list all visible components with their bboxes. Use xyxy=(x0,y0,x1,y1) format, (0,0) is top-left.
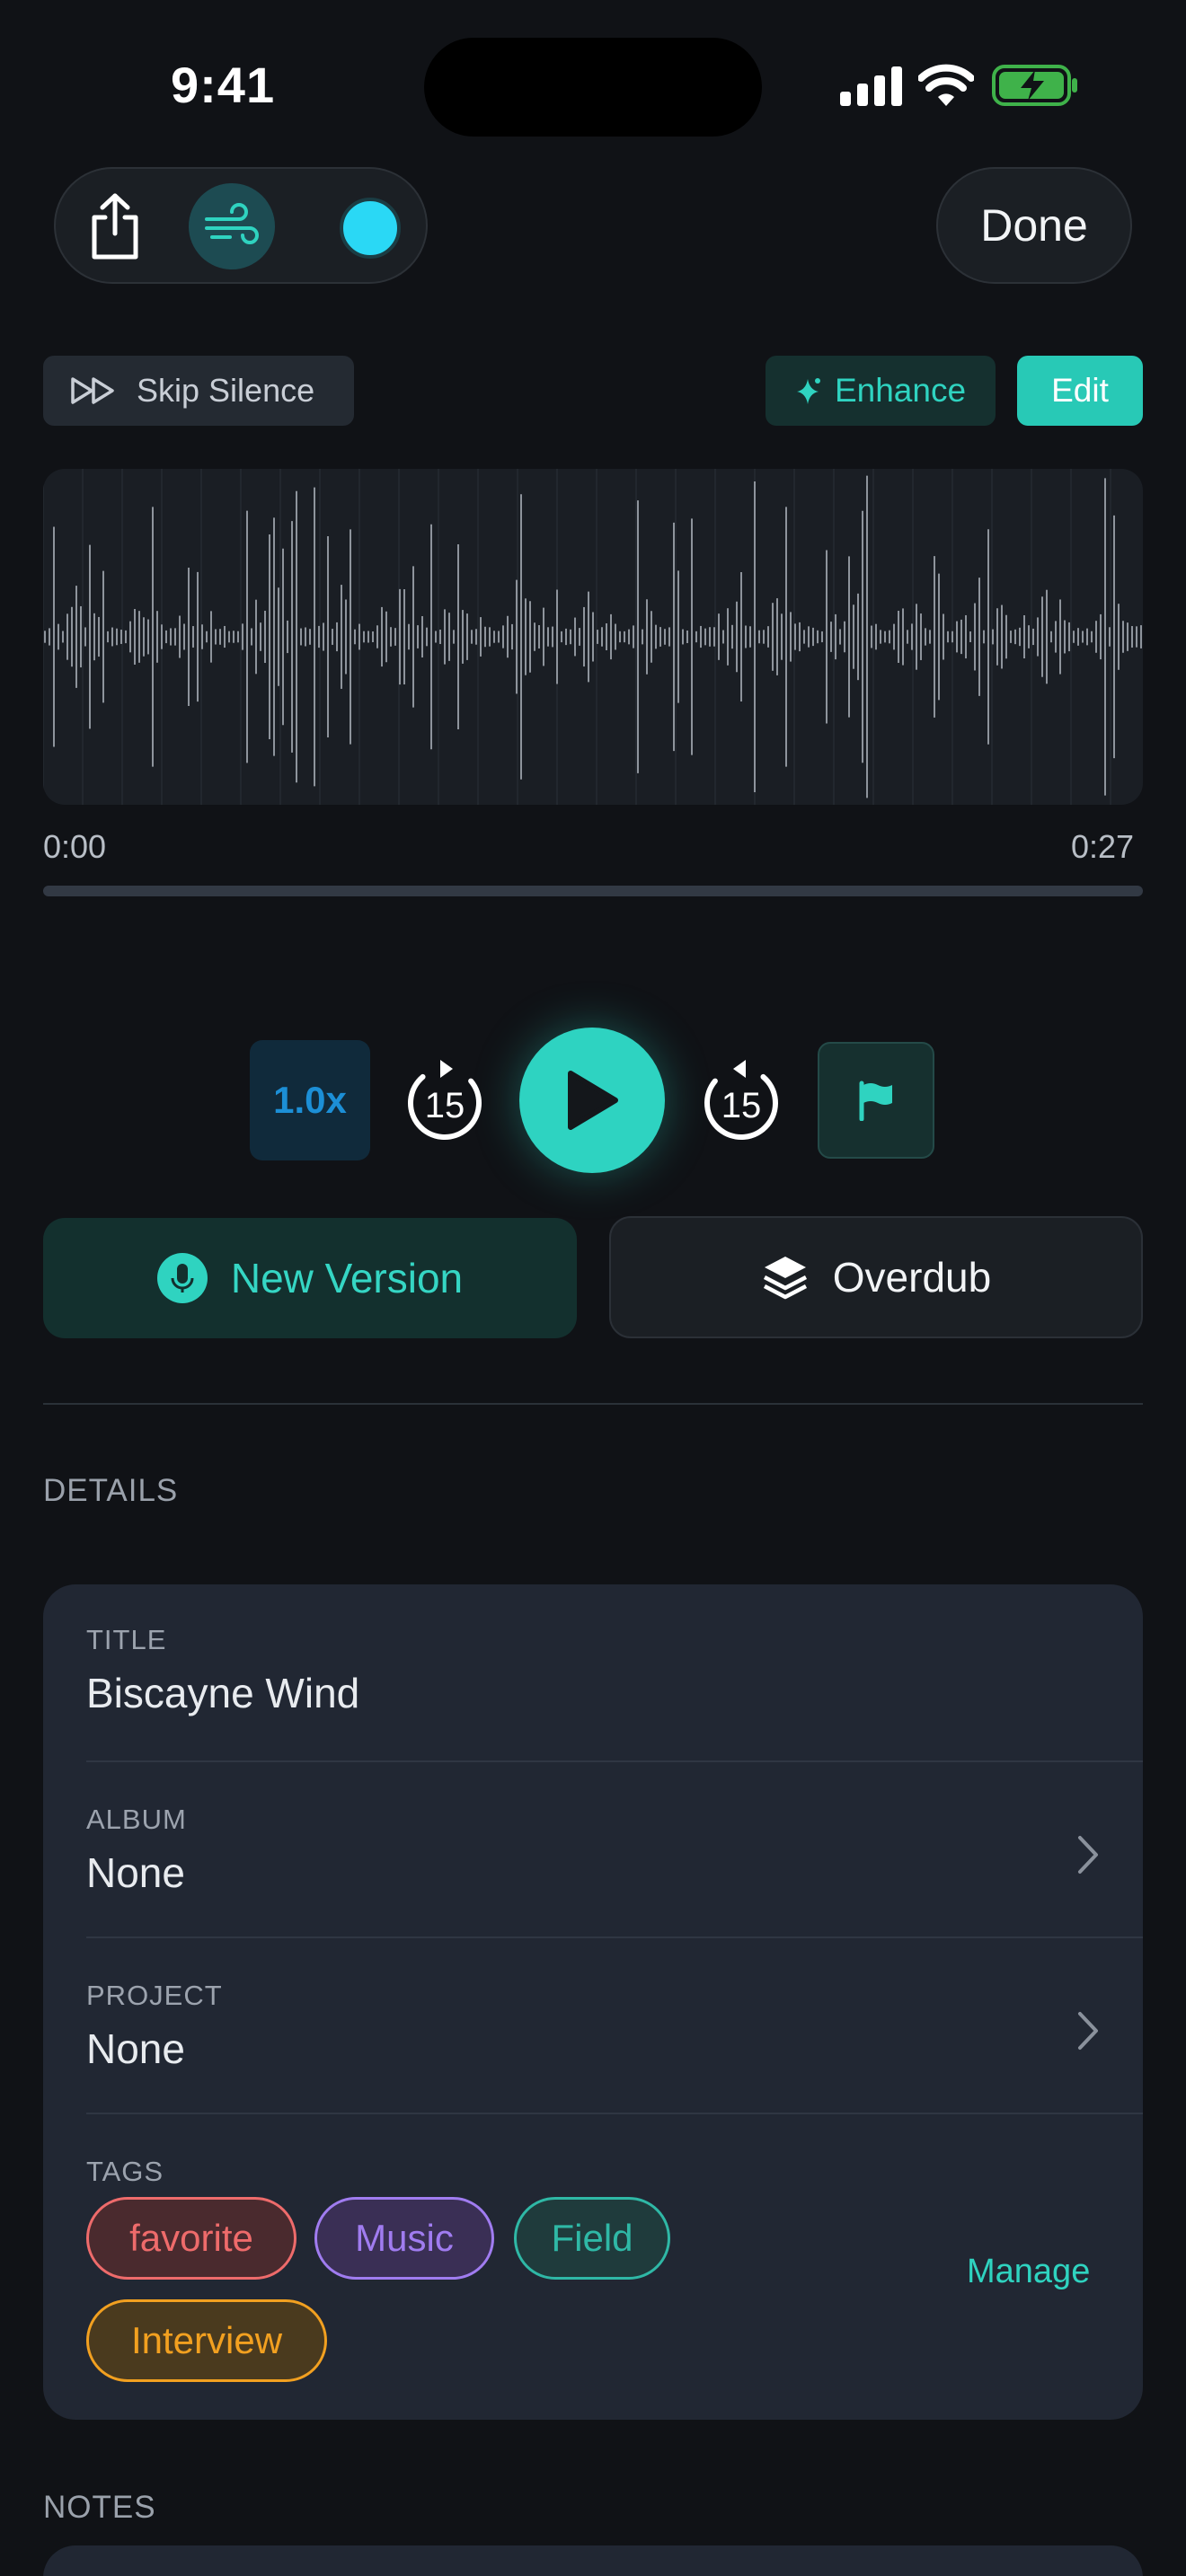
notes-section-label: NOTES xyxy=(43,2490,156,2525)
album-value: None xyxy=(86,1849,185,1896)
skip-back-amount: 15 xyxy=(425,1086,465,1125)
tag-chip[interactable]: favorite xyxy=(86,2197,296,2280)
status-time: 9:41 xyxy=(171,57,276,113)
tag-chip[interactable]: Interview xyxy=(86,2299,327,2382)
dynamic-island xyxy=(424,38,762,137)
skip-back-button[interactable]: 15 xyxy=(395,1051,494,1150)
notes-card[interactable] xyxy=(43,2545,1143,2576)
details-card: TITLE Biscayne Wind ALBUM None PROJECT N… xyxy=(43,1584,1143,2420)
done-button[interactable]: Done xyxy=(936,167,1132,284)
microphone-icon xyxy=(156,1253,208,1303)
skip-silence-button[interactable]: Skip Silence xyxy=(43,356,354,426)
enhance-button[interactable]: Enhance xyxy=(766,356,996,426)
title-row[interactable]: TITLE Biscayne Wind xyxy=(43,1584,1143,1762)
waveform-scrubber[interactable] xyxy=(43,469,1143,805)
chevron-right-icon xyxy=(1078,1836,1098,1874)
wind-reduction-button[interactable] xyxy=(189,183,275,269)
overdub-button[interactable]: Overdub xyxy=(609,1216,1143,1338)
project-label: PROJECT xyxy=(86,1980,223,2011)
album-row[interactable]: ALBUM None xyxy=(43,1762,1143,1938)
elapsed-time: 0:00 xyxy=(43,828,107,865)
tags-row: TAGS favorite Music Field Interview Mana… xyxy=(43,2114,1143,2420)
enhance-label: Enhance xyxy=(834,372,967,409)
playback-progress-bar[interactable] xyxy=(43,886,1143,896)
skip-forward-button[interactable]: 15 xyxy=(692,1051,791,1150)
wind-icon xyxy=(205,203,259,244)
skip-silence-label: Skip Silence xyxy=(137,372,315,409)
fast-forward-icon xyxy=(71,377,114,404)
add-marker-button[interactable] xyxy=(818,1042,934,1159)
share-icon xyxy=(92,193,138,260)
skip-back-15-icon: 15 xyxy=(408,1060,482,1140)
play-icon xyxy=(568,1071,618,1130)
new-version-button[interactable]: New Version xyxy=(43,1218,577,1338)
album-label: ALBUM xyxy=(86,1804,187,1835)
total-duration: 0:27 xyxy=(1071,828,1135,865)
edit-button[interactable]: Edit xyxy=(1017,356,1143,426)
play-button[interactable] xyxy=(519,1028,665,1173)
new-version-label: New Version xyxy=(230,1255,464,1301)
cellular-signal-icon xyxy=(840,66,902,106)
battery-charging-icon xyxy=(992,65,1077,106)
tags-label: TAGS xyxy=(86,2156,164,2187)
project-value: None xyxy=(86,2025,185,2072)
share-button[interactable] xyxy=(68,180,162,273)
wifi-icon xyxy=(918,64,974,106)
flag-icon xyxy=(859,1081,892,1121)
project-row[interactable]: PROJECT None xyxy=(43,1938,1143,2114)
tag-chip[interactable]: Music xyxy=(314,2197,494,2280)
playback-speed-button[interactable]: 1.0x xyxy=(250,1040,370,1160)
title-label: TITLE xyxy=(86,1624,167,1655)
overdub-label: Overdub xyxy=(832,1254,992,1301)
waveform-graphic xyxy=(43,469,1142,805)
tag-chip[interactable]: Field xyxy=(514,2197,670,2280)
manage-tags-button[interactable]: Manage xyxy=(967,2253,1090,2291)
layers-icon xyxy=(763,1257,807,1300)
skip-forward-amount: 15 xyxy=(721,1086,762,1125)
details-section-label: DETAILS xyxy=(43,1473,179,1508)
skip-forward-15-icon: 15 xyxy=(704,1060,778,1140)
sparkle-icon xyxy=(796,378,820,404)
color-tag-button[interactable] xyxy=(340,198,401,259)
title-value: Biscayne Wind xyxy=(86,1670,360,1716)
chevron-right-icon xyxy=(1078,2012,1098,2050)
section-divider xyxy=(43,1403,1143,1405)
